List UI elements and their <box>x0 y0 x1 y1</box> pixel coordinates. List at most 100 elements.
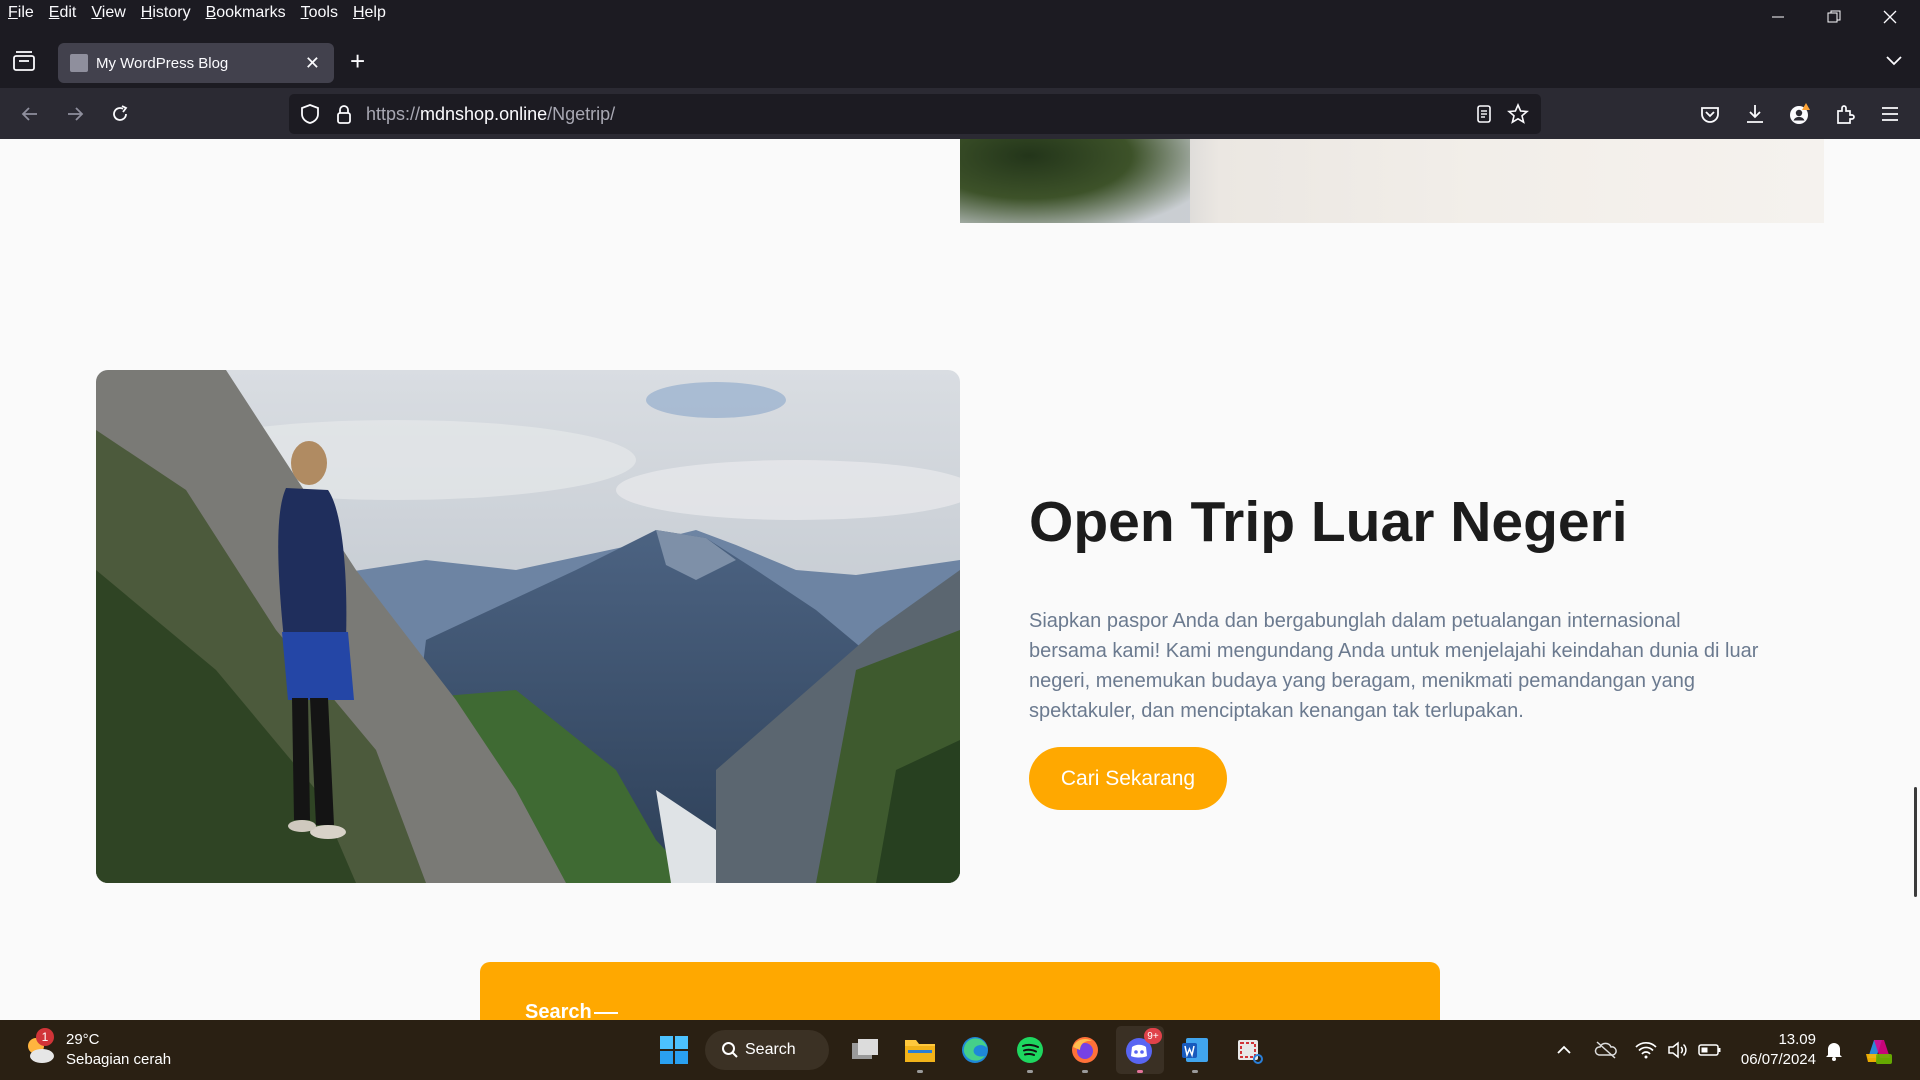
minimize-icon <box>1772 16 1784 18</box>
url-domain: mdnshop.online <box>420 104 548 124</box>
word-button[interactable] <box>1171 1026 1219 1074</box>
taskbar-apps: Search 9+ <box>650 1026 1281 1074</box>
new-tab-button[interactable]: + <box>350 48 365 74</box>
close-icon <box>1883 10 1897 24</box>
web-page: Open Trip Luar Negeri Siapkan paspor And… <box>0 139 1920 1020</box>
close-window-button[interactable] <box>1862 0 1918 34</box>
tabs-view-icon <box>13 51 35 71</box>
wifi-button[interactable] <box>1630 1034 1662 1066</box>
extensions-button[interactable] <box>1830 99 1860 129</box>
edge-button[interactable] <box>951 1026 999 1074</box>
menu-edit[interactable]: Edit <box>49 4 77 22</box>
mountain-landscape-image <box>96 370 960 883</box>
file-explorer-button[interactable] <box>896 1026 944 1074</box>
partly-sunny-icon: 1 <box>22 1028 58 1068</box>
menu-help[interactable]: Help <box>353 4 386 22</box>
beach-photo <box>960 139 1824 223</box>
arrow-left-icon <box>21 107 37 121</box>
chevron-up-icon <box>1557 1045 1571 1054</box>
beach-photo-foliage <box>960 139 1190 223</box>
back-button[interactable] <box>15 99 45 129</box>
show-hidden-icons-button[interactable] <box>1548 1034 1580 1066</box>
weather-temp: 29°C <box>66 1031 100 1048</box>
task-view-button[interactable] <box>841 1026 889 1074</box>
arrow-right-icon <box>68 107 84 121</box>
clock[interactable]: 13.09 06/07/2024 <box>1736 1030 1816 1070</box>
discord-badge: 9+ <box>1144 1028 1162 1044</box>
page-scrollbar[interactable] <box>1914 787 1917 897</box>
pocket-button[interactable] <box>1695 99 1725 129</box>
menu-tools[interactable]: Tools <box>301 4 338 22</box>
restore-button[interactable] <box>1806 0 1862 34</box>
bookmark-star-icon[interactable] <box>1507 103 1529 125</box>
list-all-tabs-button[interactable] <box>1884 50 1904 70</box>
menu-bookmarks[interactable]: Bookmarks <box>206 4 286 22</box>
cari-sekarang-button[interactable]: Cari Sekarang <box>1029 747 1227 810</box>
tab-bar: My WordPress Blog ✕ + <box>0 38 1920 88</box>
account-button[interactable] <box>1785 99 1815 129</box>
snipping-tool-icon <box>1238 1040 1263 1064</box>
restore-icon <box>1827 10 1841 23</box>
tab-title: My WordPress Blog <box>96 54 229 72</box>
download-icon <box>1747 105 1763 123</box>
speaker-icon <box>1668 1041 1687 1059</box>
bell-icon <box>1826 1043 1842 1061</box>
running-indicator <box>1192 1070 1198 1073</box>
cloud-off-icon <box>1594 1041 1617 1059</box>
firefox-button[interactable] <box>1061 1026 1109 1074</box>
discord-button[interactable]: 9+ <box>1116 1026 1164 1074</box>
hiker-mountain-photo <box>96 370 960 883</box>
tab-close-icon[interactable]: ✕ <box>305 53 320 74</box>
menu-bar: File Edit View History Bookmarks Tools H… <box>0 0 1920 25</box>
search-panel: Search <box>480 962 1440 1020</box>
menu-history[interactable]: History <box>141 4 191 22</box>
folder-icon <box>905 1040 935 1062</box>
wordpress-favicon-icon <box>70 54 88 72</box>
hero-description: Siapkan paspor Anda dan bergabunglah dal… <box>1029 610 1759 722</box>
downloads-button[interactable] <box>1740 99 1770 129</box>
search-icon <box>722 1042 738 1058</box>
pocket-icon <box>1701 107 1719 123</box>
shield-icon[interactable] <box>299 103 321 125</box>
url-bar[interactable]: https://mdnshop.online/Ngetrip/ <box>289 94 1541 134</box>
volume-button[interactable] <box>1662 1034 1694 1066</box>
copilot-button[interactable] <box>1862 1034 1894 1071</box>
firefox-icon <box>1072 1037 1098 1063</box>
running-indicator <box>1137 1070 1143 1073</box>
menu-view[interactable]: View <box>91 4 125 22</box>
app-menu-button[interactable] <box>1875 99 1905 129</box>
running-indicator <box>1027 1070 1033 1073</box>
weather-text: 29°C Sebagian cerah <box>66 1030 171 1070</box>
chevron-down-icon <box>1886 56 1902 66</box>
clock-date: 06/07/2024 <box>1740 1051 1816 1068</box>
wifi-icon <box>1635 1041 1657 1059</box>
system-tray <box>1548 1034 1726 1066</box>
reload-icon <box>113 105 128 121</box>
hamburger-menu-icon <box>1882 107 1898 121</box>
snipping-tool-button[interactable] <box>1226 1026 1274 1074</box>
taskbar-search[interactable]: Search <box>705 1030 829 1070</box>
start-button[interactable] <box>650 1026 698 1074</box>
windows-logo-icon <box>660 1036 688 1064</box>
menu-file[interactable]: File <box>8 4 34 22</box>
search-heading: Search <box>525 1001 618 1020</box>
firefox-view-button[interactable] <box>12 50 38 74</box>
puzzle-icon <box>1837 105 1855 124</box>
forward-button[interactable] <box>60 99 90 129</box>
navigation-bar: https://mdnshop.online/Ngetrip/ <box>0 88 1920 139</box>
battery-button[interactable] <box>1694 1034 1726 1066</box>
weather-widget[interactable]: 1 29°C Sebagian cerah <box>22 1028 171 1070</box>
onedrive-button[interactable] <box>1590 1034 1622 1066</box>
word-icon <box>1182 1038 1208 1062</box>
reader-view-icon[interactable] <box>1473 103 1495 125</box>
reload-button[interactable] <box>105 99 135 129</box>
notifications-button[interactable] <box>1824 1039 1844 1066</box>
copilot-icon <box>1866 1040 1892 1064</box>
running-indicator <box>1082 1070 1088 1073</box>
tab-active[interactable]: My WordPress Blog ✕ <box>58 43 334 83</box>
minimize-button[interactable] <box>1750 0 1806 34</box>
lock-icon[interactable] <box>333 103 355 125</box>
task-view-icon <box>852 1039 878 1059</box>
spotify-button[interactable] <box>1006 1026 1054 1074</box>
account-icon <box>1790 103 1810 124</box>
